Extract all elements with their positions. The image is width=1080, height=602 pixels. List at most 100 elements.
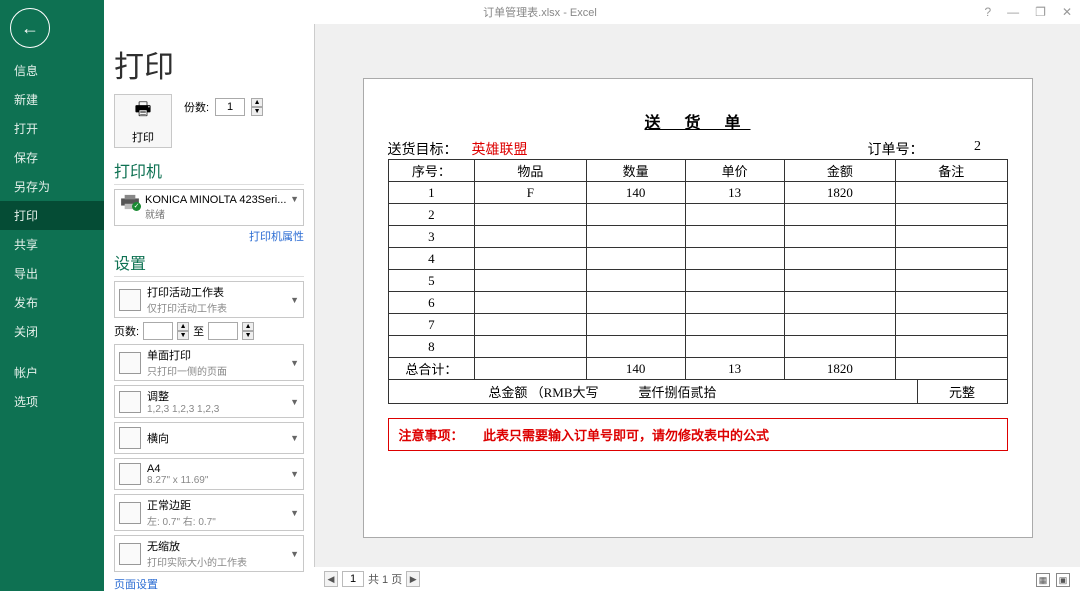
order-label: 订单号： — [868, 139, 948, 159]
page-total: 共 1 页 — [368, 571, 402, 587]
setting-sides[interactable]: 单面打印只打印一侧的页面▼ — [114, 344, 304, 381]
notice-box: 注意事项： 此表只需要输入订单号即可，请勿修改表中的公式 — [388, 418, 1008, 451]
page-title: 打印 — [114, 42, 304, 86]
minimize-icon[interactable]: — — [1007, 5, 1019, 19]
printer-selector[interactable]: ✓ KONICA MINOLTA 423Seri... 就绪 ▼ — [114, 189, 304, 226]
printer-icon: 🖶 — [135, 97, 152, 127]
pages-range-row: 页数: ▲▼ 至 ▲▼ — [114, 322, 304, 340]
sidebar-item-5[interactable]: 打印 — [0, 201, 104, 230]
th-1: 物品 — [475, 160, 586, 182]
printer-status: 就绪 — [145, 206, 295, 221]
page-navigator: ◀ 共 1 页 ▶ — [324, 571, 420, 587]
amtcn-value: 壹仟捌佰贰拾 — [619, 382, 917, 401]
chevron-down-icon: ▼ — [290, 433, 299, 443]
pages-to-spinner[interactable]: ▲▼ — [242, 322, 254, 340]
total-amt: 1820 — [784, 358, 895, 380]
backstage-sidebar: ← 信息新建打开保存另存为打印共享导出发布关闭 帐户选项 — [0, 0, 104, 591]
zoom-to-page-icon[interactable]: ▣ — [1056, 573, 1070, 587]
table-row: 5 — [388, 270, 1007, 292]
copies-spinner[interactable]: ▲▼ — [251, 98, 263, 116]
notice-text: 此表只需要输入订单号即可，请勿修改表中的公式 — [483, 428, 769, 443]
prev-page-button[interactable]: ◀ — [324, 571, 338, 587]
sidebar-item-8[interactable]: 发布 — [0, 288, 104, 317]
pages-to-label: 至 — [193, 323, 204, 339]
chevron-down-icon: ▼ — [290, 549, 299, 559]
preview-page: 送 货 单 送货目标： 英雄联盟 订单号： 2 序号：物品数量单价金额备注 1F… — [363, 78, 1033, 538]
th-2: 数量 — [586, 160, 685, 182]
sidebar-item-6[interactable]: 共享 — [0, 230, 104, 259]
th-5: 备注 — [896, 160, 1007, 182]
table-row: 3 — [388, 226, 1007, 248]
sidebar-item-2[interactable]: 打开 — [0, 114, 104, 143]
chevron-down-icon: ▼ — [290, 295, 299, 305]
table-row: 1F140131820 — [388, 182, 1007, 204]
copies-input[interactable] — [215, 98, 245, 116]
target-label: 送货目标： — [388, 139, 472, 159]
current-page-input[interactable] — [342, 571, 364, 587]
th-4: 金额 — [784, 160, 895, 182]
amtcn-suffix: 元整 — [917, 380, 1007, 403]
target-value: 英雄联盟 — [472, 139, 692, 159]
back-button[interactable]: ← — [10, 8, 50, 48]
pages-from-spinner[interactable]: ▲▼ — [177, 322, 189, 340]
setting-icon — [119, 391, 141, 413]
setting-icon — [119, 289, 141, 311]
printer-status-icon: ✓ — [119, 194, 139, 210]
show-margins-icon[interactable]: ▦ — [1036, 573, 1050, 587]
total-qty: 140 — [586, 358, 685, 380]
notice-label: 注意事项： — [399, 428, 464, 443]
sidebar-item-3[interactable]: 保存 — [0, 143, 104, 172]
total-price: 13 — [685, 358, 784, 380]
doc-table: 序号：物品数量单价金额备注 1F1401318202345678 总合计： 14… — [388, 159, 1008, 380]
restore-icon[interactable]: ❐ — [1035, 5, 1046, 19]
printer-props-link[interactable]: 打印机属性 — [114, 228, 304, 244]
amtcn-label: 总金额 （RMB大写 — [389, 382, 619, 401]
sidebar-item-9[interactable]: 关闭 — [0, 317, 104, 346]
chevron-down-icon: ▼ — [290, 508, 299, 518]
setting-print-what[interactable]: 打印活动工作表仅打印活动工作表▼ — [114, 281, 304, 318]
print-button[interactable]: 🖶 打印 — [114, 94, 172, 148]
copies-row: 份数: ▲▼ — [184, 98, 263, 116]
setting-icon — [119, 543, 141, 565]
pages-from-input[interactable] — [143, 322, 173, 340]
sidebar-bottom-0[interactable]: 帐户 — [0, 358, 104, 387]
print-preview: 送 货 单 送货目标： 英雄联盟 订单号： 2 序号：物品数量单价金额备注 1F… — [314, 24, 1080, 567]
help-icon[interactable]: ? — [984, 5, 991, 19]
setting-paper[interactable]: A48.27" x 11.69"▼ — [114, 458, 304, 490]
table-row: 6 — [388, 292, 1007, 314]
sidebar-bottom-1[interactable]: 选项 — [0, 387, 104, 416]
window-actions: ? — ❐ ✕ — [984, 5, 1072, 19]
setting-scale[interactable]: 无缩放打印实际大小的工作表▼ — [114, 535, 304, 572]
sidebar-item-0[interactable]: 信息 — [0, 56, 104, 85]
setting-icon — [119, 352, 141, 374]
table-row: 4 — [388, 248, 1007, 270]
table-row: 2 — [388, 204, 1007, 226]
sidebar-item-1[interactable]: 新建 — [0, 85, 104, 114]
order-value: 2 — [948, 139, 1008, 159]
table-row: 7 — [388, 314, 1007, 336]
setting-icon — [119, 463, 141, 485]
page-setup-link[interactable]: 页面设置 — [114, 576, 304, 592]
setting-icon — [119, 427, 141, 449]
chevron-down-icon: ▼ — [290, 194, 299, 204]
setting-collate[interactable]: 调整1,2,3 1,2,3 1,2,3▼ — [114, 385, 304, 418]
amount-row: 总金额 （RMB大写 壹仟捌佰贰拾 元整 — [388, 380, 1008, 404]
printer-heading: 打印机 — [114, 158, 304, 185]
titlebar: 订单管理表.xlsx - Excel ? — ❐ ✕ — [0, 0, 1080, 24]
printer-name: KONICA MINOLTA 423Seri... — [145, 194, 295, 206]
pages-to-input[interactable] — [208, 322, 238, 340]
total-label: 总合计： — [388, 358, 475, 380]
chevron-down-icon: ▼ — [290, 358, 299, 368]
print-settings-panel: 打印 🖶 打印 份数: ▲▼ 打印机 ✓ KONICA MINOLTA 423S… — [104, 36, 314, 602]
sidebar-item-4[interactable]: 另存为 — [0, 172, 104, 201]
setting-margins[interactable]: 正常边距左: 0.7" 右: 0.7"▼ — [114, 494, 304, 531]
sidebar-item-7[interactable]: 导出 — [0, 259, 104, 288]
close-icon[interactable]: ✕ — [1062, 5, 1072, 19]
settings-heading: 设置 — [114, 250, 304, 277]
setting-icon — [119, 502, 141, 524]
next-page-button[interactable]: ▶ — [406, 571, 420, 587]
setting-orientation[interactable]: 横向▼ — [114, 422, 304, 454]
pages-label: 页数: — [114, 323, 139, 339]
view-controls: ▦ ▣ — [1036, 573, 1070, 587]
window-title: 订单管理表.xlsx - Excel — [483, 4, 597, 20]
